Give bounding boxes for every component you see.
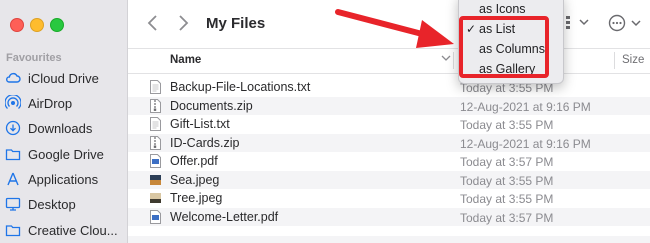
file-date: Today at 3:57 PM — [460, 210, 554, 225]
table-row[interactable]: ID-Cards.zip 12-Aug-2021 at 9:16 PM — [128, 133, 650, 152]
file-name: Documents.zip — [170, 98, 253, 113]
pdf-file-icon — [150, 154, 161, 168]
download-icon — [4, 119, 22, 137]
folder-icon — [4, 221, 22, 239]
sidebar-item-label: Applications — [28, 171, 99, 187]
image-file-icon — [150, 191, 161, 205]
forward-button[interactable] — [176, 14, 190, 32]
ellipsis-circle-icon — [608, 14, 641, 32]
file-date: 12-Aug-2021 at 9:16 PM — [460, 99, 591, 114]
desktop-icon — [4, 195, 22, 213]
table-row[interactable]: Offer.pdf Today at 3:57 PM — [128, 152, 650, 171]
sidebar-item-label: Creative Clou... — [28, 222, 118, 238]
table-row[interactable]: Backup-File-Locations.txt Today at 3:55 … — [128, 78, 650, 97]
file-date: Today at 3:55 PM — [460, 118, 554, 132]
sidebar-item-airdrop[interactable]: AirDrop — [4, 93, 126, 113]
more-actions-button[interactable] — [608, 14, 644, 35]
sidebar-item-label: Desktop — [28, 196, 76, 212]
annotation-highlight-box — [459, 16, 549, 78]
zip-file-icon — [150, 135, 161, 150]
file-name: Tree.jpeg — [170, 191, 223, 205]
table-row[interactable]: Sea.jpeg Today at 3:55 PM — [128, 170, 650, 189]
file-date: Today at 3:57 PM — [460, 155, 554, 169]
favourites-heading: Favourites — [6, 52, 62, 64]
table-row[interactable]: Documents.zip 12-Aug-2021 at 9:16 PM — [128, 96, 650, 115]
zoom-window-button[interactable] — [50, 18, 64, 32]
file-name: Welcome-Letter.pdf — [170, 209, 279, 224]
text-file-icon — [150, 80, 161, 94]
sidebar-item-label: iCloud Drive — [28, 70, 99, 86]
folder-icon — [4, 145, 22, 163]
chevron-right-icon — [179, 15, 189, 31]
sidebar-item-google-drive[interactable]: Google Drive — [4, 144, 126, 164]
column-header-name[interactable]: Name — [170, 54, 201, 66]
cloud-icon — [4, 69, 22, 87]
sidebar-item-icloud-drive[interactable]: iCloud Drive — [4, 68, 126, 88]
chevron-left-icon — [147, 15, 157, 31]
file-date: Today at 3:55 PM — [460, 173, 554, 188]
sidebar-item-downloads[interactable]: Downloads — [4, 118, 126, 138]
pdf-file-icon — [150, 209, 161, 224]
table-row[interactable]: Tree.jpeg Today at 3:55 PM — [128, 189, 650, 208]
sidebar-item-applications[interactable]: Applications — [4, 169, 126, 189]
sidebar: Favourites iCloud Drive AirDrop Download… — [0, 0, 128, 243]
column-header-size[interactable]: Size — [622, 54, 644, 66]
image-file-icon — [150, 173, 161, 187]
menu-item-as-icons[interactable]: as Icons — [479, 2, 526, 16]
file-name: Backup-File-Locations.txt — [170, 80, 311, 94]
file-name: Offer.pdf — [170, 154, 218, 168]
file-name: Gift-List.txt — [170, 117, 230, 131]
file-date: Today at 3:55 PM — [460, 192, 554, 206]
minimize-window-button[interactable] — [30, 18, 44, 32]
table-row[interactable]: Gift-List.txt Today at 3:55 PM — [128, 115, 650, 134]
back-button[interactable] — [146, 14, 160, 32]
sidebar-item-label: AirDrop — [28, 95, 73, 111]
grid-view-icon — [560, 16, 589, 29]
table-row[interactable]: Welcome-Letter.pdf Today at 3:57 PM — [128, 207, 650, 226]
applications-icon — [4, 170, 22, 188]
empty-row — [128, 236, 650, 243]
zip-file-icon — [150, 98, 161, 113]
annotation-arrow — [335, 9, 454, 48]
sidebar-item-label: Google Drive — [28, 146, 104, 162]
window-title: My Files — [206, 15, 266, 32]
sidebar-item-desktop[interactable]: Desktop — [4, 194, 126, 214]
close-window-button[interactable] — [10, 18, 24, 32]
view-options-button[interactable] — [560, 14, 590, 33]
sidebar-item-label: Downloads — [28, 120, 93, 136]
column-divider[interactable] — [614, 52, 615, 69]
airdrop-icon — [4, 94, 22, 112]
file-name: Sea.jpeg — [170, 172, 220, 187]
file-date: 12-Aug-2021 at 9:16 PM — [460, 136, 591, 151]
sidebar-item-creative-cloud[interactable]: Creative Clou... — [4, 220, 126, 240]
file-name: ID-Cards.zip — [170, 135, 240, 150]
text-file-icon — [150, 117, 161, 131]
file-list: Backup-File-Locations.txt Today at 3:55 … — [128, 78, 650, 226]
